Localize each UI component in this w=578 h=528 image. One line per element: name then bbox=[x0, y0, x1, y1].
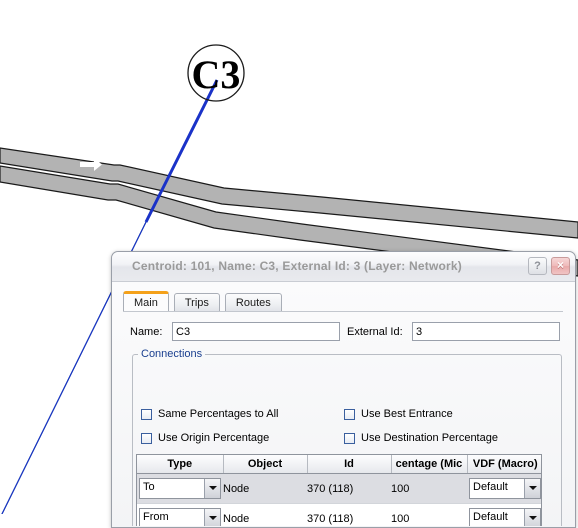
connections-table[interactable]: Type Object Id centage (Mic VDF (Macro) … bbox=[136, 454, 542, 526]
external-id-label: External Id: bbox=[347, 326, 403, 338]
cell-percentage[interactable]: 100 bbox=[391, 473, 467, 504]
cell-percentage[interactable]: 100 bbox=[391, 503, 467, 526]
tab-main[interactable]: Main bbox=[123, 291, 169, 312]
cell-id[interactable]: 370 (118) bbox=[307, 503, 391, 526]
checkbox-label: Use Origin Percentage bbox=[158, 432, 270, 444]
name-input[interactable] bbox=[172, 322, 340, 341]
dialog-title: Centroid: 101, Name: C3, External Id: 3 … bbox=[132, 259, 462, 273]
vdf-combo-value: Default bbox=[473, 511, 508, 523]
chevron-down-icon[interactable] bbox=[204, 479, 220, 498]
vdf-combo-value: Default bbox=[473, 481, 508, 493]
checkbox-box[interactable] bbox=[344, 432, 355, 444]
checkbox-box[interactable] bbox=[141, 432, 152, 444]
external-id-input[interactable] bbox=[412, 322, 560, 341]
cell-type[interactable]: To bbox=[137, 473, 223, 504]
centroid-label: C3 bbox=[192, 52, 241, 97]
table-header-row: Type Object Id centage (Mic VDF (Macro) bbox=[137, 455, 541, 474]
vdf-combo[interactable]: Default bbox=[469, 508, 541, 526]
chevron-down-icon[interactable] bbox=[524, 509, 540, 526]
close-button[interactable]: × bbox=[551, 257, 570, 275]
centroid-properties-dialog[interactable]: Centroid: 101, Name: C3, External Id: 3 … bbox=[111, 251, 576, 528]
tab-trips[interactable]: Trips bbox=[173, 293, 220, 312]
tab-strip: Main Trips Routes bbox=[123, 291, 287, 312]
column-header-type[interactable]: Type bbox=[137, 455, 224, 474]
identity-field-row: Name: External Id: bbox=[130, 322, 560, 342]
cell-object[interactable]: Node bbox=[223, 503, 307, 526]
cell-vdf[interactable]: Default bbox=[467, 503, 541, 526]
checkbox-box[interactable] bbox=[141, 408, 152, 420]
type-combo[interactable]: From bbox=[139, 508, 221, 526]
tab-routes[interactable]: Routes bbox=[224, 293, 282, 312]
checkbox-label: Use Destination Percentage bbox=[361, 432, 498, 444]
chevron-down-icon[interactable] bbox=[524, 479, 540, 498]
centroid-node-c3[interactable]: C3 bbox=[187, 44, 245, 102]
column-header-id[interactable]: Id bbox=[307, 455, 392, 474]
type-combo-value: From bbox=[143, 511, 169, 523]
checkbox-use-destination-percentage[interactable]: Use Destination Percentage bbox=[344, 432, 498, 444]
cell-id[interactable]: 370 (118) bbox=[307, 473, 391, 504]
column-header-percentage[interactable]: centage (Mic bbox=[391, 455, 468, 474]
tab-underline bbox=[123, 311, 563, 312]
checkbox-label: Use Best Entrance bbox=[361, 408, 453, 420]
type-combo[interactable]: To bbox=[139, 478, 221, 499]
connections-legend: Connections bbox=[138, 348, 206, 360]
cell-object[interactable]: Node bbox=[223, 473, 307, 504]
help-button[interactable]: ? bbox=[528, 257, 547, 275]
checkbox-use-best-entrance[interactable]: Use Best Entrance bbox=[344, 408, 453, 420]
cell-type[interactable]: From bbox=[137, 503, 223, 526]
name-label: Name: bbox=[130, 326, 163, 338]
checkbox-box[interactable] bbox=[344, 408, 355, 420]
column-header-vdf[interactable]: VDF (Macro) bbox=[467, 455, 541, 474]
checkbox-use-origin-percentage[interactable]: Use Origin Percentage bbox=[141, 432, 269, 444]
dialog-body: Main Trips Routes Name: External Id: Con… bbox=[112, 282, 575, 527]
chevron-down-icon[interactable] bbox=[204, 509, 220, 526]
type-combo-value: To bbox=[143, 481, 155, 493]
cell-vdf[interactable]: Default bbox=[467, 473, 541, 504]
checkbox-label: Same Percentages to All bbox=[158, 408, 279, 420]
checkbox-same-percentages-to-all[interactable]: Same Percentages to All bbox=[141, 408, 278, 420]
table-row[interactable]: From Node 370 (118) 100 Default bbox=[137, 503, 541, 526]
vdf-combo[interactable]: Default bbox=[469, 478, 541, 499]
column-header-object[interactable]: Object bbox=[223, 455, 308, 474]
table-row[interactable]: To Node 370 (118) 100 Default bbox=[137, 473, 541, 504]
dialog-titlebar[interactable]: Centroid: 101, Name: C3, External Id: 3 … bbox=[112, 252, 575, 282]
